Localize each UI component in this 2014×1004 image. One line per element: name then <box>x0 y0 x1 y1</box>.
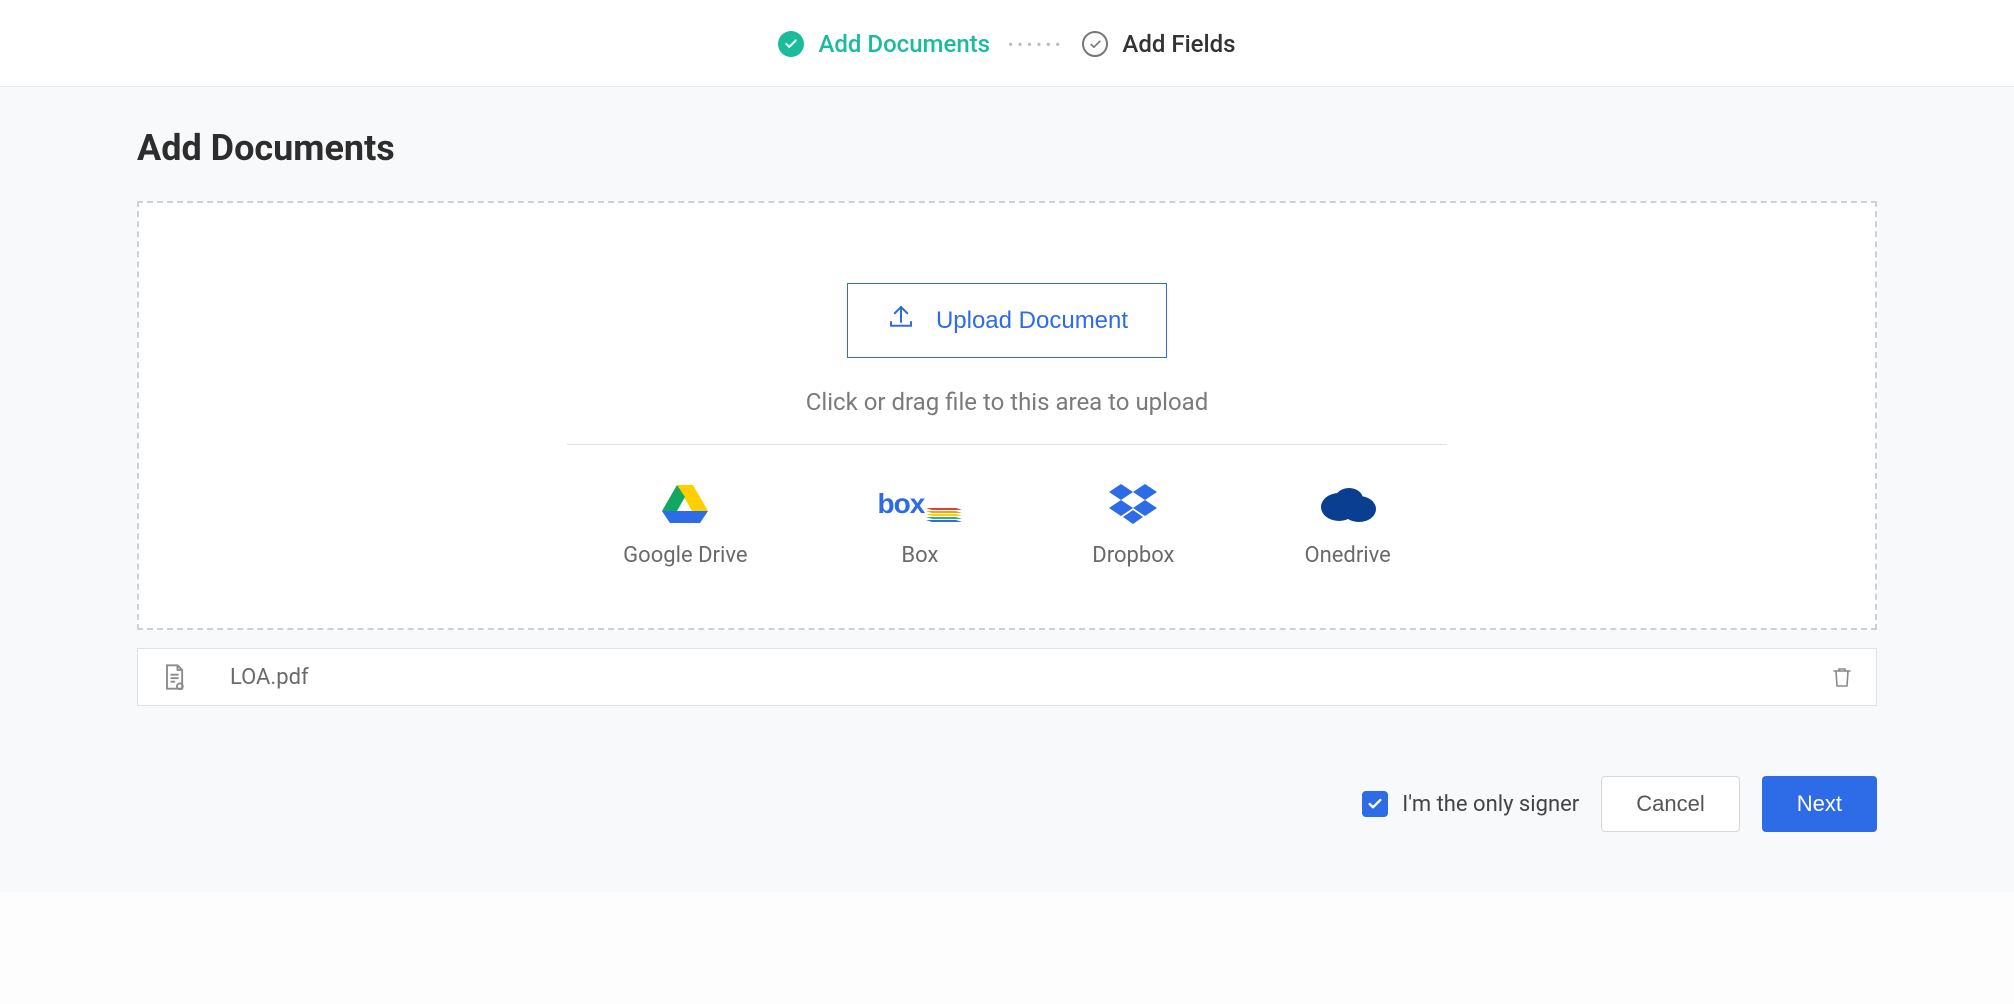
provider-onedrive[interactable]: Onedrive <box>1304 483 1390 568</box>
uploaded-file-row: LOA.pdf <box>137 648 1877 706</box>
provider-label: Onedrive <box>1304 543 1390 568</box>
circle-check-outline-icon <box>1082 31 1108 57</box>
dropbox-icon <box>1109 483 1157 525</box>
trash-icon <box>1830 665 1854 689</box>
google-drive-icon <box>662 483 708 525</box>
stepper-step-label: Add Documents <box>818 30 990 58</box>
page-title: Add Documents <box>137 127 1877 169</box>
cloud-providers: Google Drive box <box>139 483 1875 568</box>
checkbox-checked-icon <box>1362 791 1388 817</box>
check-circle-icon <box>778 31 804 57</box>
uploaded-file-name: LOA.pdf <box>230 665 1788 690</box>
stepper-dots: •••••• <box>1008 35 1064 54</box>
upload-icon <box>886 302 916 339</box>
provider-box[interactable]: box Box <box>878 483 963 568</box>
provider-label: Box <box>901 543 938 568</box>
provider-label: Dropbox <box>1092 543 1174 568</box>
box-icon: box <box>878 483 963 525</box>
drop-hint: Click or drag file to this area to uploa… <box>139 388 1875 416</box>
footer-actions: I'm the only signer Cancel Next <box>137 776 1877 832</box>
provider-google-drive[interactable]: Google Drive <box>623 483 747 568</box>
upload-document-button[interactable]: Upload Document <box>847 283 1167 358</box>
only-signer-label: I'm the only signer <box>1402 792 1579 817</box>
stepper-step-add-documents[interactable]: Add Documents <box>778 30 990 58</box>
onedrive-icon <box>1319 483 1377 525</box>
only-signer-checkbox[interactable]: I'm the only signer <box>1362 791 1579 817</box>
provider-dropbox[interactable]: Dropbox <box>1092 483 1174 568</box>
document-icon <box>160 663 188 691</box>
stepper-step-label: Add Fields <box>1122 30 1235 58</box>
stepper-step-add-fields[interactable]: Add Fields <box>1082 30 1235 58</box>
provider-label: Google Drive <box>623 543 747 568</box>
delete-file-button[interactable] <box>1830 665 1854 689</box>
stepper: Add Documents •••••• Add Fields <box>0 0 2014 87</box>
cancel-button[interactable]: Cancel <box>1601 776 1739 832</box>
divider <box>567 444 1447 445</box>
upload-dropzone[interactable]: Upload Document Click or drag file to th… <box>137 201 1877 630</box>
next-button[interactable]: Next <box>1762 776 1877 832</box>
upload-button-label: Upload Document <box>936 307 1128 335</box>
